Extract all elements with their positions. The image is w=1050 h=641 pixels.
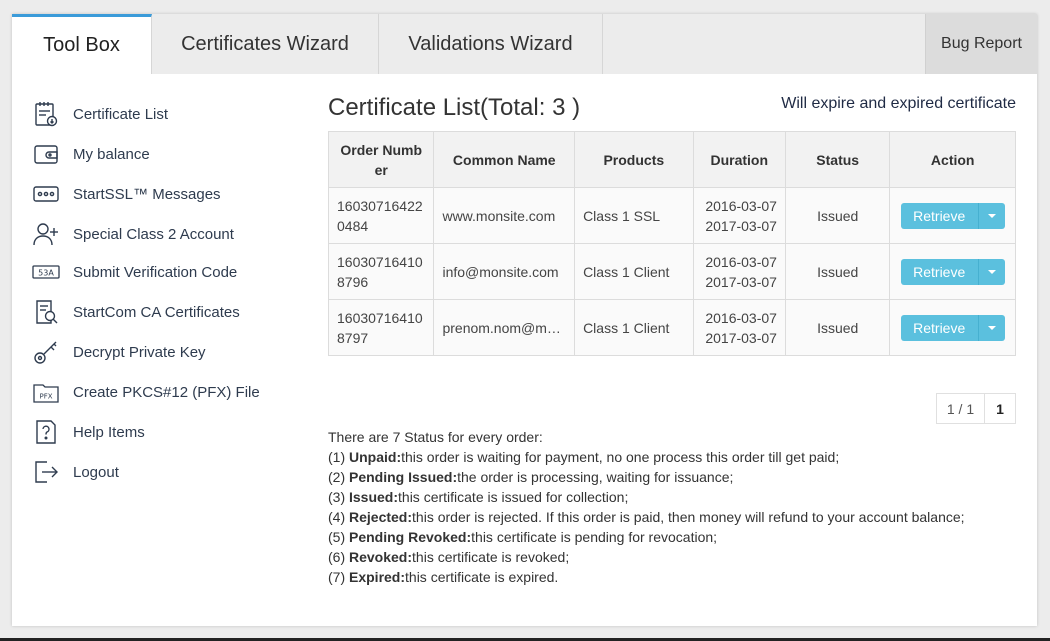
- status-note: (2) Pending Issued:the order is processi…: [328, 469, 734, 485]
- tab-tool-box[interactable]: Tool Box: [12, 14, 152, 74]
- order-number-cell: 16030716410 8797: [327, 299, 435, 356]
- sidebar-item-label: Certificate List: [73, 105, 169, 123]
- key-icon: [32, 338, 60, 366]
- status-note: (6) Revoked:this certificate is revoked;: [328, 549, 570, 565]
- help-icon: [32, 418, 60, 446]
- status-note: (7) Expired:this certificate is expired.: [328, 569, 559, 585]
- page-title: Certificate List(Total: 3 ): [328, 94, 581, 121]
- svg-text:53A: 53A: [38, 269, 54, 278]
- sidebar-item-label: Logout: [73, 463, 119, 481]
- column-header: Common Name: [433, 131, 576, 188]
- sidebar-item-my-balance[interactable]: My balance: [32, 139, 302, 169]
- certificate-list-icon: [32, 100, 60, 128]
- sidebar-item-help[interactable]: Help Items: [32, 417, 302, 447]
- sidebar-item-submit-verification[interactable]: 53A Submit Verification Code: [32, 257, 302, 287]
- status-cell: Issued: [784, 243, 891, 300]
- action-cell: Retrieve: [889, 187, 1016, 244]
- expire-certificate-link[interactable]: Will expire and expired certificate: [781, 95, 1016, 113]
- pagination: 1 / 1 1: [936, 393, 1016, 424]
- common-name-cell: www.monsite.com: [433, 187, 576, 244]
- order-number-cell: 16030716410 8796: [327, 243, 435, 300]
- message-icon: [32, 180, 60, 208]
- retrieve-dropdown-toggle[interactable]: [978, 258, 1005, 285]
- sidebar-item-create-pfx[interactable]: PFX Create PKCS#12 (PFX) File: [32, 377, 302, 407]
- sidebar-item-label: Decrypt Private Key: [73, 343, 206, 361]
- sidebar-item-label: Help Items: [73, 423, 145, 441]
- table-row: 16030716410 8796 info@monsite.com Class 1…: [327, 243, 1016, 300]
- svg-text:PFX: PFX: [39, 393, 52, 401]
- column-header: Status: [784, 131, 891, 188]
- retrieve-button[interactable]: Retrieve: [900, 314, 979, 341]
- order-number-cell: 16030716422 0484: [327, 187, 435, 244]
- sidebar-item-label: Special Class 2 Account: [73, 225, 234, 243]
- tab-certificates-wizard[interactable]: Certificates Wizard: [152, 14, 379, 74]
- product-cell: Class 1 Client: [574, 243, 694, 300]
- sidebar-item-certificate-list[interactable]: Certificate List: [32, 99, 302, 129]
- sidebar-item-label: StartSSL™ Messages: [73, 185, 221, 203]
- action-cell: Retrieve: [889, 299, 1016, 356]
- notes-intro: There are 7 Status for every order:: [328, 429, 543, 445]
- sidebar-item-label: Create PKCS#12 (PFX) File: [73, 383, 260, 401]
- caret-down-icon: [987, 325, 996, 330]
- ca-certificate-icon: [32, 298, 60, 326]
- column-header: Action: [889, 131, 1016, 188]
- sidebar-item-ca-certificates[interactable]: StartCom CA Certificates: [32, 297, 302, 327]
- status-note: (5) Pending Revoked:this certificate is …: [328, 529, 718, 545]
- status-note: (4) Rejected:this order is rejected. If …: [328, 509, 965, 525]
- sidebar-item-label: Submit Verification Code: [73, 263, 238, 281]
- retrieve-button[interactable]: Retrieve: [900, 258, 979, 285]
- column-header: Products: [574, 131, 694, 188]
- table-header-row: Order Numb er Common Name Products Durat…: [327, 131, 1016, 188]
- certificate-table: Order Numb er Common Name Products Durat…: [327, 131, 1016, 356]
- duration-cell: 2016-03-07 2017-03-07: [692, 299, 786, 356]
- tab-bar: Tool Box Certificates Wizard Validations…: [12, 14, 1037, 74]
- pfx-folder-icon: PFX: [32, 378, 60, 406]
- duration-cell: 2016-03-07 2017-03-07: [692, 243, 786, 300]
- product-cell: Class 1 SSL: [574, 187, 694, 244]
- tab-validations-wizard[interactable]: Validations Wizard: [379, 14, 603, 74]
- table-row: 16030716410 8797 prenom.nom@mo... Class 1…: [327, 299, 1016, 356]
- status-cell: Issued: [784, 187, 891, 244]
- wallet-icon: [32, 140, 60, 168]
- table-row: 16030716422 0484 www.monsite.com Class 1 …: [327, 187, 1016, 244]
- caret-down-icon: [987, 269, 996, 274]
- duration-cell: 2016-03-07 2017-03-07: [692, 187, 786, 244]
- common-name-cell: prenom.nom@mo...: [433, 299, 576, 356]
- add-user-icon: [32, 220, 60, 248]
- status-note: (3) Issued:this certificate is issued fo…: [328, 489, 629, 505]
- page-info: 1 / 1: [936, 393, 985, 424]
- status-note: (1) Unpaid:this order is waiting for pay…: [328, 449, 840, 465]
- caret-down-icon: [987, 213, 996, 218]
- main-panel: Tool Box Certificates Wizard Validations…: [12, 14, 1037, 626]
- retrieve-button[interactable]: Retrieve: [900, 202, 979, 229]
- retrieve-button-group: Retrieve: [900, 258, 1005, 285]
- verification-code-icon: 53A: [32, 258, 60, 286]
- action-cell: Retrieve: [889, 243, 1016, 300]
- sidebar-item-decrypt-key[interactable]: Decrypt Private Key: [32, 337, 302, 367]
- sidebar-item-logout[interactable]: Logout: [32, 457, 302, 487]
- retrieve-dropdown-toggle[interactable]: [978, 202, 1005, 229]
- column-header: Order Numb er: [327, 131, 435, 188]
- product-cell: Class 1 Client: [574, 299, 694, 356]
- retrieve-dropdown-toggle[interactable]: [978, 314, 1005, 341]
- sidebar-item-special-class2[interactable]: Special Class 2 Account: [32, 219, 302, 249]
- retrieve-button-group: Retrieve: [900, 314, 1005, 341]
- retrieve-button-group: Retrieve: [900, 202, 1005, 229]
- status-notes: There are 7 Status for every order: (1) …: [328, 427, 965, 587]
- status-cell: Issued: [784, 299, 891, 356]
- column-header: Duration: [692, 131, 786, 188]
- bug-report-button[interactable]: Bug Report: [925, 14, 1037, 74]
- sidebar-item-label: My balance: [73, 145, 150, 163]
- common-name-cell: info@monsite.com: [433, 243, 576, 300]
- sidebar-item-label: StartCom CA Certificates: [73, 303, 240, 321]
- logout-icon: [32, 458, 60, 486]
- page-number-button[interactable]: 1: [985, 393, 1016, 424]
- sidebar-item-messages[interactable]: StartSSL™ Messages: [32, 179, 302, 209]
